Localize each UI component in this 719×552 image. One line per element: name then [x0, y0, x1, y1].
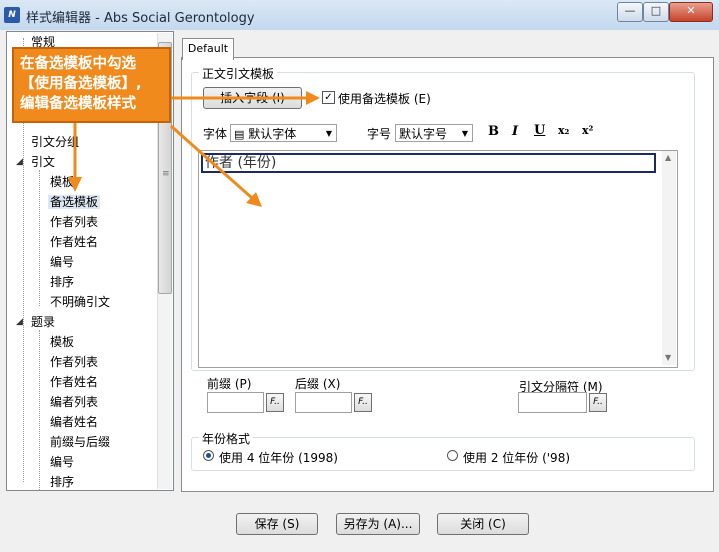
arrow-to-checkbox: [171, 91, 320, 105]
arrow-to-editor: [170, 124, 262, 207]
arrow-to-tree-item: [68, 123, 82, 192]
annotation-arrows: [68, 91, 320, 207]
